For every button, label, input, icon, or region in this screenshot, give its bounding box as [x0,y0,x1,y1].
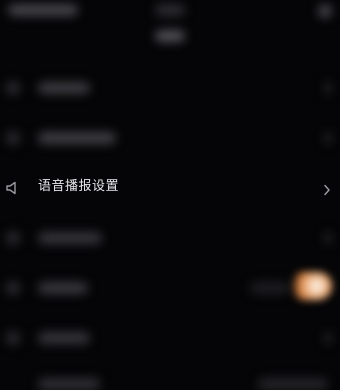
blurred-toggle-track [250,282,290,294]
toggle-knob-glow [288,272,332,300]
blurred-row-icon-2 [6,131,20,145]
settings-screen: 语音播报设置 [0,0,340,390]
blurred-row-chevron-6 [325,332,331,344]
chevron-right-icon [323,181,331,196]
blurred-row-chevron-1 [325,82,331,94]
blurred-row-icon-1 [6,81,20,95]
blurred-row-chevron-4 [325,232,331,244]
blurred-row-label-2 [38,132,116,144]
blurred-row-label-5 [38,282,88,294]
blurred-row-label-7 [38,378,100,390]
speaker-icon [5,180,21,195]
blurred-row-icon-4 [6,231,20,245]
blurred-row-value-7 [258,378,328,390]
blurred-row-icon-5 [6,281,20,295]
voice-broadcast-settings-row[interactable]: 语音播报设置 [0,170,340,204]
blurred-row-label-1 [38,82,90,94]
blurred-row-label-6 [38,332,90,344]
blurred-header-right-icon [318,4,332,18]
blurred-row-label-4 [38,232,102,244]
voice-broadcast-settings-label: 语音播报设置 [38,179,120,194]
blurred-header-left [8,4,78,16]
blurred-row-chevron-2 [325,132,331,144]
blurred-header-center [155,4,185,16]
blurred-header-center-2 [155,30,185,42]
blurred-row-icon-6 [6,331,20,345]
